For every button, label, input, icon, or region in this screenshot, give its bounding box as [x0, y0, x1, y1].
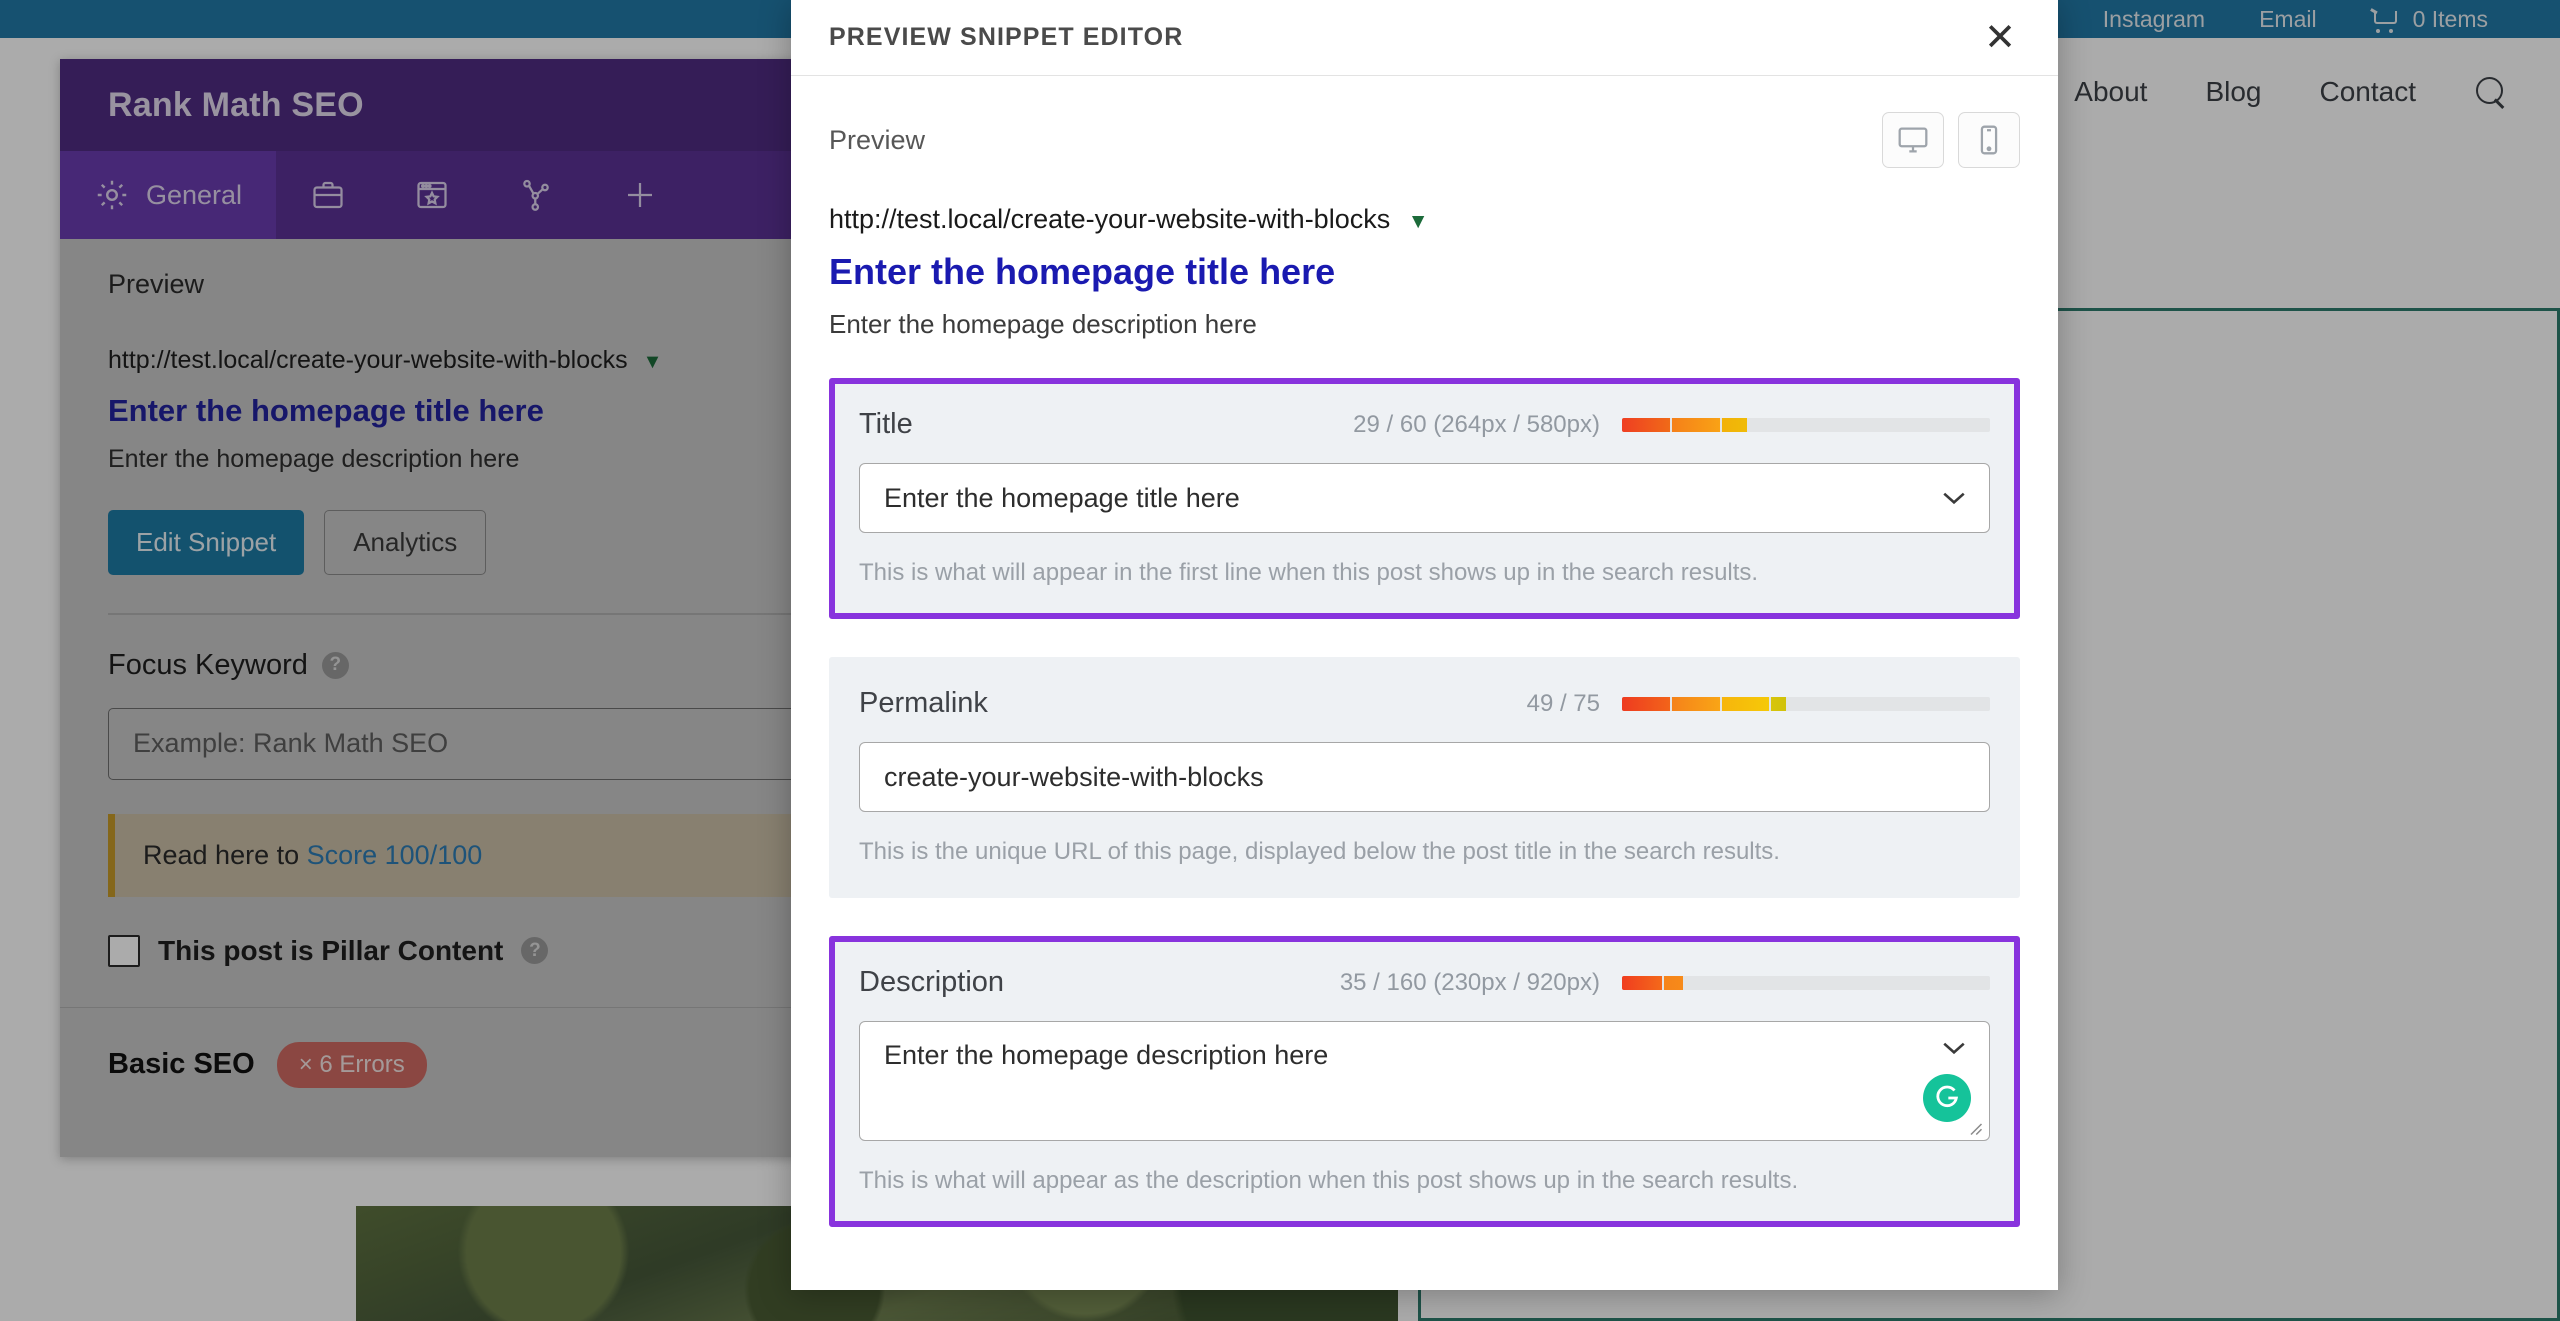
grammarly-icon[interactable]	[1923, 1074, 1971, 1122]
permalink-input[interactable]: create-your-website-with-blocks	[859, 742, 1990, 812]
permalink-field-help: This is the unique URL of this page, dis…	[859, 838, 1780, 865]
title-field-card: Title 29 / 60 (264px / 580px) Enter the …	[829, 378, 2020, 619]
permalink-char-counter: 49 / 75	[1526, 689, 1600, 717]
desktop-icon	[1898, 127, 1928, 153]
description-char-counter: 35 / 160 (230px / 920px)	[1339, 968, 1600, 996]
permalink-input-value: create-your-website-with-blocks	[884, 761, 1264, 792]
score-bar-segment	[1771, 696, 1787, 711]
description-input-value: Enter the homepage description here	[884, 1040, 1329, 1070]
mobile-icon	[1980, 125, 1998, 155]
title-input-value: Enter the homepage title here	[884, 482, 1240, 513]
score-bar-segment	[1622, 696, 1670, 711]
title-field-help: This is what will appear in the first li…	[859, 559, 1759, 586]
permalink-field-card: Permalink 49 / 75 create-your-website-wi…	[829, 657, 2020, 898]
score-bar-segment	[1664, 975, 1683, 990]
description-field-card: Description 35 / 160 (230px / 920px) Ent…	[829, 936, 2020, 1227]
preview-snippet-editor-modal: PREVIEW SNIPPET EDITOR ✕ Preview http://…	[791, 0, 2058, 1290]
modal-title: PREVIEW SNIPPET EDITOR	[829, 23, 1184, 51]
title-char-counter: 29 / 60 (264px / 580px)	[1353, 410, 1600, 438]
chevron-down-icon[interactable]	[1941, 1040, 1967, 1056]
score-bar-segment	[1671, 696, 1720, 711]
description-field-label: Description	[859, 966, 1005, 998]
preview-url[interactable]: http://test.local/create-your-website-wi…	[829, 204, 2020, 235]
resize-grip-icon[interactable]	[1965, 1118, 1983, 1136]
score-bar-segment	[1721, 417, 1748, 432]
score-bar-segment	[1622, 975, 1663, 990]
permalink-field-label: Permalink	[859, 687, 988, 719]
permalink-score-bar	[1622, 696, 1990, 711]
title-score-bar	[1622, 417, 1990, 432]
device-desktop-button[interactable]	[1882, 112, 1944, 168]
title-input[interactable]: Enter the homepage title here	[859, 463, 1990, 533]
score-bar-segment	[1671, 417, 1720, 432]
title-field-label: Title	[859, 408, 913, 440]
description-field-help: This is what will appear as the descript…	[859, 1167, 1799, 1194]
description-score-bar	[1622, 975, 1990, 990]
preview-snippet-description: Enter the homepage description here	[829, 309, 1257, 339]
preview-header-row: Preview	[829, 112, 2020, 168]
device-mobile-button[interactable]	[1958, 112, 2020, 168]
modal-body: Preview http://test.local/create-your-we…	[791, 76, 2058, 1290]
preview-label: Preview	[829, 124, 926, 155]
grammarly-g-glyph	[1936, 1085, 1959, 1108]
title-field-meter: 29 / 60 (264px / 580px)	[1353, 411, 1990, 439]
description-textarea[interactable]: Enter the homepage description here	[859, 1021, 1990, 1141]
modal-header: PREVIEW SNIPPET EDITOR ✕	[791, 0, 2058, 76]
chevron-down-icon[interactable]	[1941, 490, 1967, 506]
preview-url-text: http://test.local/create-your-website-wi…	[829, 204, 1391, 234]
description-field-meter: 35 / 160 (230px / 920px)	[1340, 969, 1990, 997]
score-bar-segment	[1721, 696, 1770, 711]
close-icon[interactable]: ✕	[1978, 16, 2022, 60]
caret-down-icon[interactable]: ▼	[1408, 210, 1429, 233]
permalink-field-meter: 49 / 75	[1527, 690, 1990, 718]
score-bar-segment	[1622, 417, 1670, 432]
device-toggle-group	[1882, 112, 2020, 168]
preview-snippet-title: Enter the homepage title here	[829, 251, 1336, 292]
